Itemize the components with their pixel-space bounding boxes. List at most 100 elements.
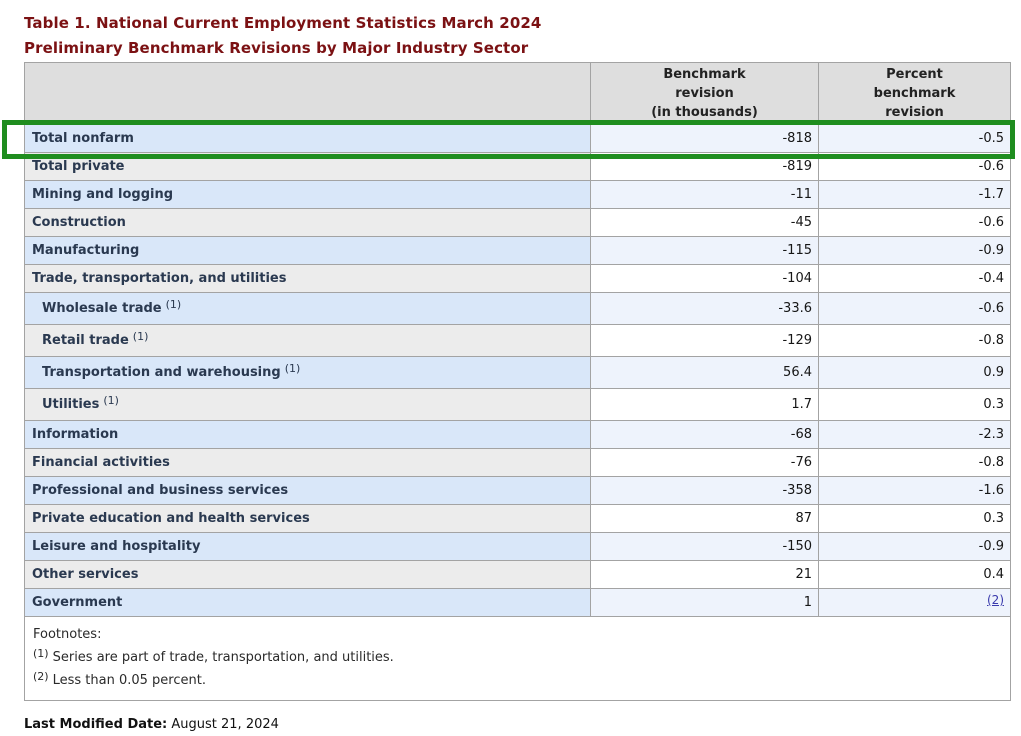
benchmark-revision-cell: -818	[591, 125, 819, 153]
benchmark-revision-cell: -129	[591, 325, 819, 357]
header-industry-column	[25, 63, 591, 125]
row-label-text: Retail trade	[42, 333, 129, 348]
benchmark-revision-cell: -68	[591, 421, 819, 449]
row-label: Total private	[25, 153, 591, 181]
row-label: Construction	[25, 209, 591, 237]
benchmark-revisions-table: Benchmark revision (in thousands) Percen…	[24, 62, 1011, 701]
row-label-text: Mining and logging	[32, 187, 173, 202]
benchmark-revision-cell: 1	[591, 589, 819, 617]
footnote-1-text: Series are part of trade, transportation…	[53, 650, 394, 665]
percent-revision-cell: -2.3	[819, 421, 1011, 449]
row-label-text: Trade, transportation, and utilities	[32, 271, 286, 286]
benchmark-revision-cell: -358	[591, 477, 819, 505]
row-label-text: Total private	[32, 159, 125, 174]
table-row-financial-activities: Financial activities -76 -0.8	[25, 449, 1011, 477]
percent-revision-cell: -1.6	[819, 477, 1011, 505]
percent-revision-cell: -0.9	[819, 237, 1011, 265]
row-label: Trade, transportation, and utilities	[25, 265, 591, 293]
table-row-total-private: Total private -819 -0.6	[25, 153, 1011, 181]
percent-revision-cell: 0.3	[819, 505, 1011, 533]
percent-revision-cell: -0.8	[819, 449, 1011, 477]
row-label-text: Construction	[32, 215, 126, 230]
row-label-text: Private education and health services	[32, 511, 310, 526]
table-row-mining-and-logging: Mining and logging -11 -1.7	[25, 181, 1011, 209]
benchmark-revision-cell: -45	[591, 209, 819, 237]
percent-revision-cell: -0.6	[819, 153, 1011, 181]
header-benchmark-revision: Benchmark revision (in thousands)	[591, 63, 819, 125]
percent-revision-cell: 0.3	[819, 389, 1011, 421]
footnotes-section: Footnotes: (1) Series are part of trade, …	[25, 617, 1011, 701]
table-row-wholesale-trade: Wholesale trade (1) -33.6 -0.6	[25, 293, 1011, 325]
footnotes-heading: Footnotes:	[33, 623, 1002, 646]
row-label: Wholesale trade (1)	[25, 293, 591, 325]
benchmark-revision-cell: 87	[591, 505, 819, 533]
percent-revision-cell: -0.9	[819, 533, 1011, 561]
benchmark-revision-cell: -819	[591, 153, 819, 181]
percent-revision-cell: -1.7	[819, 181, 1011, 209]
footnote-ref: (1)	[166, 298, 182, 311]
row-label-text: Transportation and warehousing	[42, 365, 281, 380]
row-label-text: Utilities	[42, 397, 99, 412]
table-title-line1: Table 1. National Current Employment Sta…	[24, 11, 1021, 36]
footnote-2-link[interactable]: (2)	[987, 593, 1004, 607]
row-label-text: Wholesale trade	[42, 301, 162, 316]
benchmark-revision-cell: -115	[591, 237, 819, 265]
percent-revision-cell: (2)	[819, 589, 1011, 617]
row-label: Private education and health services	[25, 505, 591, 533]
percent-revision-cell: -0.6	[819, 293, 1011, 325]
row-label-text: Manufacturing	[32, 243, 139, 258]
percent-revision-cell: -0.8	[819, 325, 1011, 357]
table-row-government: Government 1 (2)	[25, 589, 1011, 617]
row-label-text: Leisure and hospitality	[32, 539, 200, 554]
table-row-information: Information -68 -2.3	[25, 421, 1011, 449]
footnote-1: (1) Series are part of trade, transportat…	[33, 646, 1002, 669]
row-label: Total nonfarm	[25, 125, 591, 153]
row-label-text: Professional and business services	[32, 483, 288, 498]
table-row-total-nonfarm: Total nonfarm -818 -0.5	[25, 125, 1011, 153]
table-row-utilities: Utilities (1) 1.7 0.3	[25, 389, 1011, 421]
percent-revision-cell: -0.6	[819, 209, 1011, 237]
table-row-trade-transportation-and-utilities: Trade, transportation, and utilities -10…	[25, 265, 1011, 293]
row-label: Leisure and hospitality	[25, 533, 591, 561]
last-modified: Last Modified Date: August 21, 2024	[24, 717, 1021, 732]
row-label-text: Total nonfarm	[32, 131, 134, 146]
footnote-2-marker: (2)	[33, 670, 49, 683]
footnotes-row: Footnotes: (1) Series are part of trade, …	[25, 617, 1011, 701]
percent-revision-cell: 0.4	[819, 561, 1011, 589]
benchmark-revision-cell: -33.6	[591, 293, 819, 325]
row-label: Transportation and warehousing (1)	[25, 357, 591, 389]
row-label: Utilities (1)	[25, 389, 591, 421]
row-label: Mining and logging	[25, 181, 591, 209]
row-label: Professional and business services	[25, 477, 591, 505]
table-row-construction: Construction -45 -0.6	[25, 209, 1011, 237]
footnote-ref: (1)	[103, 394, 119, 407]
row-label: Financial activities	[25, 449, 591, 477]
table-row-retail-trade: Retail trade (1) -129 -0.8	[25, 325, 1011, 357]
row-label-text: Other services	[32, 567, 138, 582]
table-row-transportation-and-warehousing: Transportation and warehousing (1) 56.4 0…	[25, 357, 1011, 389]
table-title-line2: Preliminary Benchmark Revisions by Major…	[24, 36, 1021, 61]
row-label: Information	[25, 421, 591, 449]
percent-revision-cell: -0.4	[819, 265, 1011, 293]
percent-revision-cell: -0.5	[819, 125, 1011, 153]
benchmark-revision-cell: -11	[591, 181, 819, 209]
table-row-manufacturing: Manufacturing -115 -0.9	[25, 237, 1011, 265]
footnote-ref: (1)	[285, 362, 301, 375]
row-label: Retail trade (1)	[25, 325, 591, 357]
header-percent-benchmark-revision: Percent benchmark revision	[819, 63, 1011, 125]
row-label: Other services	[25, 561, 591, 589]
footnote-1-marker: (1)	[33, 647, 49, 660]
row-label: Manufacturing	[25, 237, 591, 265]
benchmark-revision-cell: 56.4	[591, 357, 819, 389]
percent-revision-cell: 0.9	[819, 357, 1011, 389]
benchmark-revision-cell: 21	[591, 561, 819, 589]
last-modified-label: Last Modified Date:	[24, 717, 167, 732]
table-row-leisure-and-hospitality: Leisure and hospitality -150 -0.9	[25, 533, 1011, 561]
footnote-ref: (1)	[133, 330, 149, 343]
table-row-other-services: Other services 21 0.4	[25, 561, 1011, 589]
benchmark-revision-cell: 1.7	[591, 389, 819, 421]
footnote-2: (2)Less than 0.05 percent.	[33, 669, 1002, 692]
last-modified-value: August 21, 2024	[171, 717, 279, 732]
benchmark-revision-cell: -76	[591, 449, 819, 477]
row-label-text: Financial activities	[32, 455, 170, 470]
